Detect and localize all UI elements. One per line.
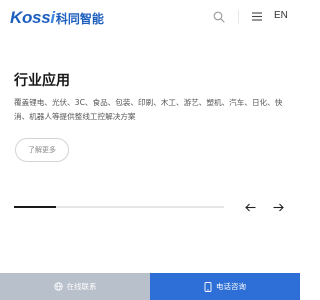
phone-icon (204, 281, 212, 292)
phone-consult-button[interactable]: 电话咨询 (150, 273, 300, 300)
phone-consult-label: 电话咨询 (216, 282, 246, 291)
online-contact-label: 在线联系 (66, 282, 97, 291)
menu-icon[interactable] (252, 12, 262, 21)
page: Kossi 科同智能 EN 行业应用 覆盖锂电、光伏、3C、食品、包装、印刷、木… (0, 0, 300, 300)
carousel-progress-fill (14, 206, 56, 208)
learn-more-button[interactable]: 了解更多 (15, 138, 69, 162)
logo-chinese-text: 科同智能 (55, 12, 104, 26)
site-header: Kossi 科同智能 EN (0, 0, 300, 34)
logo[interactable]: Kossi 科同智能 (10, 8, 104, 28)
bottom-contact-bar: 在线联系 电话咨询 (0, 273, 300, 300)
section-description: 覆盖锂电、光伏、3C、食品、包装、印刷、木工、游艺、塑机、汽车、日化、快消、机器… (14, 98, 283, 121)
section-title: 行业应用 (14, 73, 70, 89)
search-icon[interactable] (213, 11, 225, 23)
header-divider (238, 10, 239, 24)
arrow-right-icon[interactable] (273, 203, 284, 212)
logo-latin-text: Kossi (10, 8, 55, 27)
arrow-left-icon[interactable] (245, 203, 256, 212)
carousel-progress-track (14, 206, 224, 208)
language-switch[interactable]: EN (274, 10, 288, 21)
online-contact-button[interactable]: 在线联系 (0, 273, 150, 300)
globe-icon (53, 282, 63, 291)
